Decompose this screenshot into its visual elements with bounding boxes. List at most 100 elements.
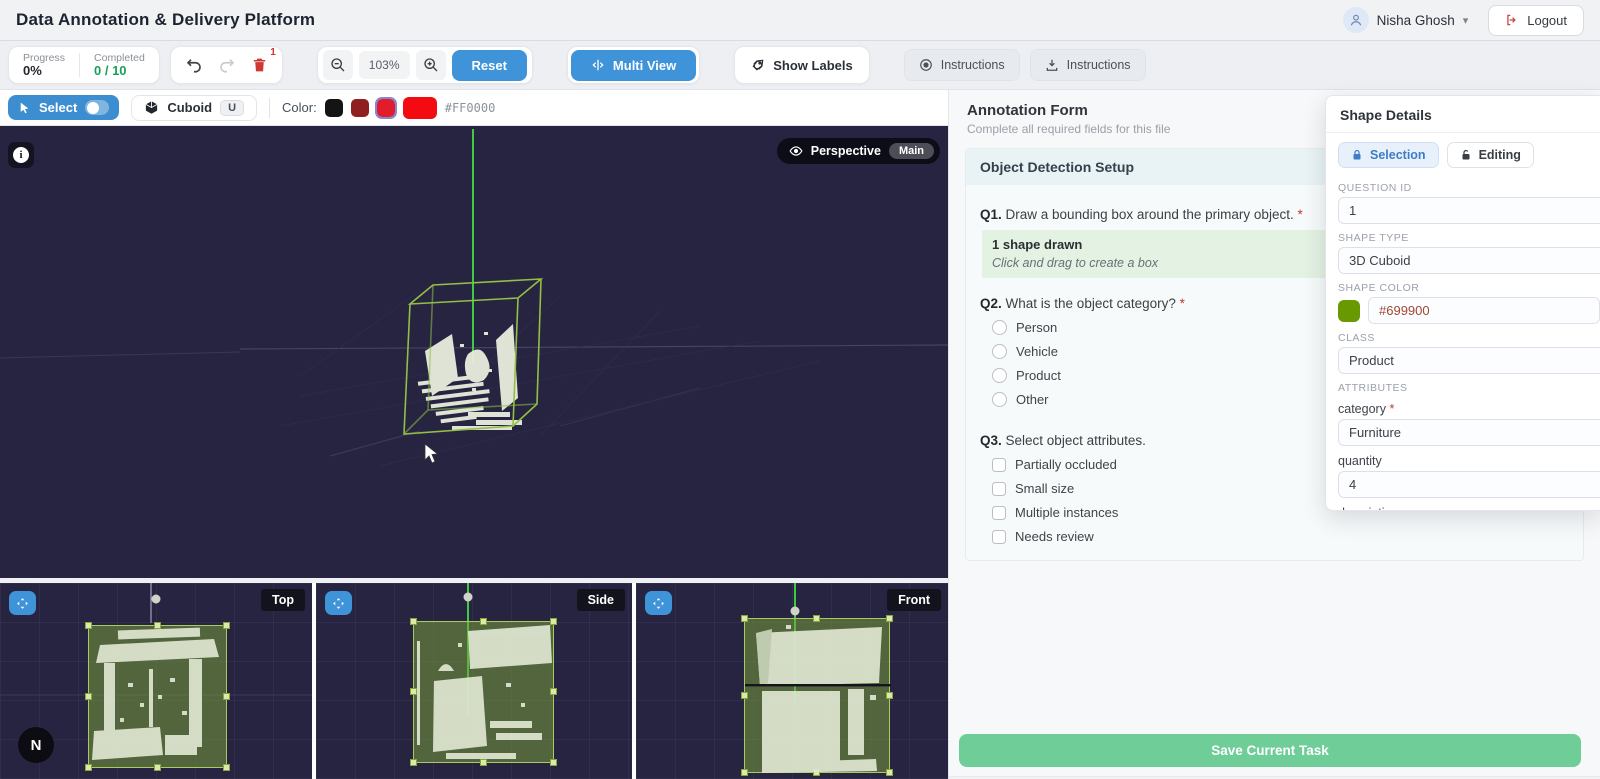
radio-label: Vehicle xyxy=(1016,344,1058,359)
radio-icon[interactable] xyxy=(992,368,1007,383)
multi-view-button[interactable]: Multi View xyxy=(570,49,697,81)
shape-type-label: SHAPE TYPE xyxy=(1338,232,1409,244)
zoom-out-button[interactable] xyxy=(322,50,353,80)
color-swatch-darkred[interactable] xyxy=(350,98,369,117)
shape-color-swatch[interactable] xyxy=(1338,299,1360,322)
front-view-label: Front xyxy=(887,589,941,611)
color-hex-value: #FF0000 xyxy=(444,100,496,115)
info-icon: i xyxy=(13,147,29,163)
instructions-view-label: Instructions xyxy=(940,58,1005,72)
question-2-required: * xyxy=(1179,296,1185,311)
class-label: CLASS xyxy=(1338,332,1375,344)
color-swatch-red-selected[interactable] xyxy=(374,96,397,119)
color-picker-group: Color: #FF0000 xyxy=(282,96,496,119)
expand-side-view-button[interactable] xyxy=(325,591,352,615)
redo-button[interactable] xyxy=(218,56,236,74)
question-2-prefix: Q2. xyxy=(980,296,1002,311)
radio-icon[interactable] xyxy=(992,320,1007,335)
tab-editing[interactable]: Editing xyxy=(1446,142,1534,168)
data-annotation-platform: Data Annotation & Delivery Platform Nish… xyxy=(0,0,1600,779)
color-swatch-black[interactable] xyxy=(324,98,343,117)
category-required: * xyxy=(1389,402,1395,416)
radio-label: Other xyxy=(1016,392,1049,407)
completed-value: 0 / 10 xyxy=(94,62,127,78)
main-view-badge: Main xyxy=(888,143,934,159)
side-view-label: Side xyxy=(576,589,625,611)
description-label: description xyxy=(1338,506,1588,510)
user-name: Nisha Ghosh xyxy=(1376,12,1455,28)
download-icon xyxy=(1045,58,1059,72)
question-1-prefix: Q1. xyxy=(980,207,1002,222)
select-tool-button[interactable]: Select xyxy=(8,95,120,120)
perspective-viewport[interactable]: i Perspective Main xyxy=(0,126,948,578)
progress-label: Progress xyxy=(23,51,66,64)
multi-view-card: Multi View xyxy=(566,46,701,84)
tab-editing-label: Editing xyxy=(1478,148,1521,162)
front-view[interactable]: Front xyxy=(636,583,948,779)
point-cloud-canvas xyxy=(0,129,948,467)
color-label: Color: xyxy=(282,100,317,115)
eye-icon xyxy=(789,145,803,157)
tab-selection[interactable]: Selection xyxy=(1338,142,1439,168)
shape-details-title: Shape Details xyxy=(1326,96,1600,133)
radio-icon[interactable] xyxy=(992,392,1007,407)
page-title: Data Annotation & Delivery Platform xyxy=(16,10,316,29)
checkbox-icon[interactable] xyxy=(992,481,1006,496)
checkbox-label: Partially occluded xyxy=(1015,457,1117,472)
instructions-view-button[interactable]: Instructions xyxy=(903,49,1020,81)
cuboid-tool-button[interactable]: Cuboid U xyxy=(131,94,258,121)
top-view[interactable]: Top N xyxy=(0,583,312,779)
progress-value: 0% xyxy=(23,62,42,78)
zoom-in-button[interactable] xyxy=(415,50,446,80)
checkbox-icon[interactable] xyxy=(992,457,1006,472)
history-card: 1 xyxy=(169,46,283,84)
side-view[interactable]: Side xyxy=(316,583,632,779)
mouse-cursor xyxy=(424,443,439,464)
cursor-icon xyxy=(18,101,31,115)
info-button[interactable]: i xyxy=(8,142,34,168)
zoom-level: 103% xyxy=(358,51,410,79)
multi-view-icon xyxy=(591,58,605,72)
delete-button[interactable] xyxy=(251,56,268,74)
question-3-text: Select object attributes. xyxy=(1005,433,1146,448)
instructions-download-button[interactable]: Instructions xyxy=(1029,49,1146,81)
checkbox-icon[interactable] xyxy=(992,505,1006,520)
question-1-required: * xyxy=(1297,207,1303,222)
undo-button[interactable] xyxy=(185,56,203,74)
checkbox-icon[interactable] xyxy=(992,529,1006,544)
shape-type-input[interactable] xyxy=(1338,247,1600,274)
attributes-label: ATTRIBUTES xyxy=(1338,382,1408,394)
question-2-text: What is the object category? xyxy=(1005,296,1176,311)
completed-label: Completed xyxy=(94,51,145,64)
app-header: Data Annotation & Delivery Platform Nish… xyxy=(0,0,1600,41)
tab-selection-label: Selection xyxy=(1370,148,1426,162)
show-labels-card: Show Labels xyxy=(734,46,870,84)
user-avatar-icon xyxy=(1342,7,1369,33)
logout-icon xyxy=(1505,13,1519,27)
class-input[interactable] xyxy=(1338,347,1600,374)
question-id-input[interactable] xyxy=(1338,197,1600,224)
checkbox-label: Small size xyxy=(1015,481,1075,496)
show-labels-button[interactable]: Show Labels xyxy=(735,48,869,82)
multi-view-label: Multi View xyxy=(612,57,677,73)
color-swatch-current[interactable] xyxy=(402,96,437,119)
save-current-task-button[interactable]: Save Current Task xyxy=(959,734,1581,767)
user-menu[interactable]: Nisha Ghosh ▾ xyxy=(1342,7,1468,33)
perspective-pill[interactable]: Perspective Main xyxy=(776,138,940,164)
shape-color-input[interactable] xyxy=(1368,297,1600,324)
zoom-card: 103% Reset xyxy=(316,46,533,84)
quantity-input[interactable] xyxy=(1338,471,1600,498)
expand-top-view-button[interactable] xyxy=(9,591,36,615)
category-input[interactable] xyxy=(1338,419,1600,446)
select-toggle[interactable] xyxy=(85,100,110,115)
reset-button[interactable]: Reset xyxy=(451,49,527,81)
expand-front-view-button[interactable] xyxy=(645,591,672,615)
expand-icon xyxy=(16,597,29,610)
shape-details-panel: Shape Details Selection Editing QUESTION… xyxy=(1325,95,1600,511)
radio-icon[interactable] xyxy=(992,344,1007,359)
checkbox-option-needs-review[interactable]: Needs review xyxy=(992,529,1569,544)
instructions-download-label: Instructions xyxy=(1066,58,1131,72)
logout-button[interactable]: Logout xyxy=(1488,4,1584,36)
expand-icon xyxy=(652,597,665,610)
checkbox-label: Multiple instances xyxy=(1015,505,1119,520)
